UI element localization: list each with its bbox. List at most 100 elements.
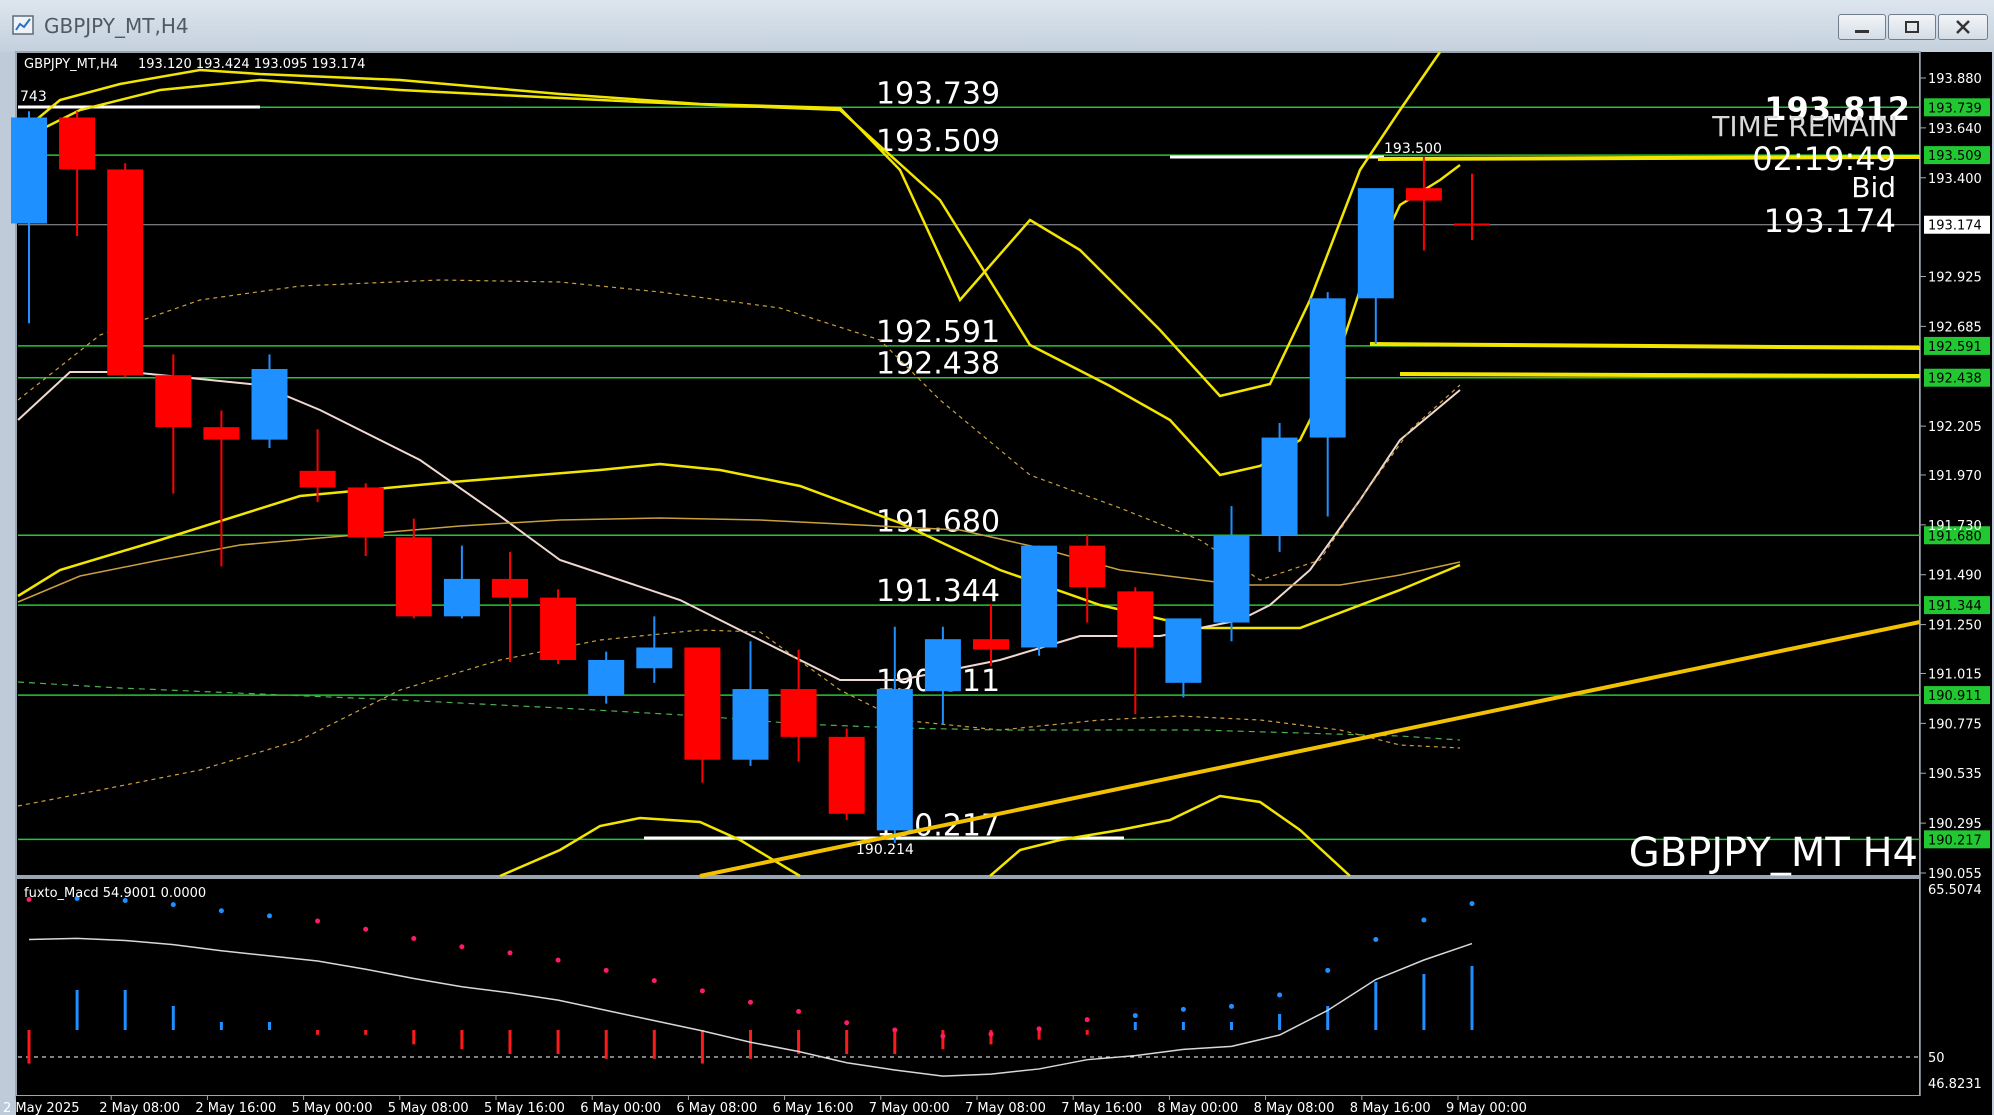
indicator-dot-21 xyxy=(1036,1026,1042,1032)
price-tick-6: 191.970 xyxy=(1928,469,1982,484)
indicator-tick-1: 50 xyxy=(1928,1051,1945,1066)
candle-body-1 xyxy=(59,117,96,170)
indicator-label: fuxto_Macd 54.9001 0.0000 xyxy=(24,886,206,901)
bid-label: Bid xyxy=(1851,171,1896,204)
candle-body-20 xyxy=(973,639,1009,650)
candle-body-4 xyxy=(203,427,240,440)
time-tick-0: 2 May 2025 xyxy=(3,1101,80,1115)
candle-body-6 xyxy=(299,470,336,488)
main-chart-panel[interactable] xyxy=(15,51,1921,877)
candle-body-23 xyxy=(1117,591,1154,648)
level-label-3: 192.438 xyxy=(876,347,1000,382)
time-tick-13: 8 May 08:00 xyxy=(1254,1101,1335,1115)
price-tick-4: 192.685 xyxy=(1928,320,1982,335)
indicator-dot-3 xyxy=(170,902,176,908)
candle-body-19 xyxy=(924,639,961,692)
candle-body-18 xyxy=(876,689,913,831)
time-tick-10: 7 May 08:00 xyxy=(965,1101,1046,1115)
high-marker-label: 193.500 xyxy=(1384,141,1442,157)
indicator-dot-25 xyxy=(1229,1003,1234,1009)
indicator-dot-6 xyxy=(315,918,321,924)
indicator-panel[interactable] xyxy=(15,877,1921,1097)
indicator-dot-7 xyxy=(363,926,369,932)
indicator-dot-12 xyxy=(603,967,609,973)
level-label-1: 193.509 xyxy=(876,124,1000,159)
candle-body-5 xyxy=(251,368,288,440)
indicator-tick-0: 65.5074 xyxy=(1928,883,1982,898)
candle-body-3 xyxy=(155,375,192,428)
candle-body-25 xyxy=(1213,535,1250,623)
candle-body-17 xyxy=(828,736,865,814)
price-tick-2: 193.400 xyxy=(1928,172,1982,187)
ohlc-header: 193.120 193.424 193.095 193.174 xyxy=(138,57,365,72)
indicator-dot-23 xyxy=(1132,1013,1138,1019)
time-tick-12: 8 May 00:00 xyxy=(1157,1101,1238,1115)
level-tag-3: 192.438 xyxy=(1928,372,1982,387)
chart-watermark: GBPJPY_MT H4 xyxy=(1629,830,1918,876)
indicator-tick-2: 46.8231 xyxy=(1928,1077,1982,1092)
chart-canvas[interactable]: 193.739 193.739 193.509 193.509 192.591 192.5… xyxy=(0,0,1994,1115)
level-tag-2: 192.591 xyxy=(1928,340,1982,355)
left-stub-label: 743 xyxy=(20,89,47,105)
candle-body-21 xyxy=(1021,545,1058,648)
time-tick-5: 5 May 16:00 xyxy=(484,1101,565,1115)
candle-body-29 xyxy=(1405,188,1442,201)
candle-body-14 xyxy=(684,647,721,760)
level-label-0: 193.739 xyxy=(876,76,1000,111)
time-tick-2: 2 May 16:00 xyxy=(195,1101,276,1115)
price-tick-11: 190.775 xyxy=(1928,717,1982,732)
candle-body-28 xyxy=(1357,188,1394,299)
price-tick-5: 192.205 xyxy=(1928,420,1982,435)
candle-body-15 xyxy=(732,689,769,760)
indicator-dot-5 xyxy=(267,913,272,919)
price-tick-14: 190.055 xyxy=(1928,867,1982,882)
level-tag-6: 190.911 xyxy=(1928,689,1982,704)
time-tick-1: 2 May 08:00 xyxy=(99,1101,180,1115)
indicator-dot-30 xyxy=(1469,901,1475,907)
indicator-dot-4 xyxy=(218,908,224,914)
candle-body-30 xyxy=(1454,223,1490,226)
level-label-5: 191.344 xyxy=(876,574,1000,609)
time-tick-14: 8 May 16:00 xyxy=(1350,1101,1431,1115)
level-tag-5: 191.344 xyxy=(1928,599,1982,614)
candle-body-8 xyxy=(395,537,432,617)
candle-body-10 xyxy=(492,578,528,598)
time-tick-11: 7 May 16:00 xyxy=(1061,1101,1142,1115)
level-tag-1: 193.509 xyxy=(1928,149,1982,164)
candle-body-0 xyxy=(11,117,47,224)
candle-body-11 xyxy=(540,597,577,660)
indicator-dot-20 xyxy=(988,1031,994,1037)
time-tick-8: 6 May 16:00 xyxy=(773,1101,854,1115)
candle-body-24 xyxy=(1165,618,1202,683)
indicator-dot-8 xyxy=(411,936,417,942)
indicator-dot-15 xyxy=(748,999,753,1005)
time-tick-7: 6 May 08:00 xyxy=(676,1101,757,1115)
price-tick-12: 190.535 xyxy=(1928,767,1982,782)
indicator-dot-10 xyxy=(507,950,513,956)
price-tick-13: 190.295 xyxy=(1928,817,1982,832)
indicator-dot-22 xyxy=(1084,1017,1090,1023)
price-tick-9: 191.250 xyxy=(1928,619,1982,634)
time-tick-15: 9 May 00:00 xyxy=(1446,1101,1527,1115)
level-tag-7: 190.217 xyxy=(1928,833,1982,848)
price-tick-10: 191.015 xyxy=(1928,667,1982,682)
price-tick-1: 193.640 xyxy=(1928,122,1982,137)
indicator-dot-9 xyxy=(459,944,465,950)
yellow-ray-3 xyxy=(1399,372,1921,378)
low-marker-label: 190.214 xyxy=(856,842,914,858)
time-tick-3: 5 May 00:00 xyxy=(292,1101,373,1115)
time-tick-9: 7 May 00:00 xyxy=(869,1101,950,1115)
indicator-dot-11 xyxy=(555,957,561,963)
price-tick-8: 191.490 xyxy=(1928,569,1982,584)
candle-body-26 xyxy=(1261,437,1298,536)
current-price-tag: 193.174 xyxy=(1928,219,1982,234)
indicator-dot-24 xyxy=(1180,1006,1186,1012)
candle-body-2 xyxy=(107,169,144,376)
chart-symbol-label: GBPJPY_MT,H4 xyxy=(24,57,118,72)
time-remain-label: TIME REMAIN xyxy=(1711,110,1898,143)
indicator-dot-13 xyxy=(651,978,657,984)
mt4-chart-window: GBPJPY_MT,H4 193.739 193.739 193.509 193.50… xyxy=(0,0,1994,1115)
indicator-dot-28 xyxy=(1373,937,1379,943)
bid-price: 193.174 xyxy=(1764,202,1896,240)
indicator-dot-19 xyxy=(940,1033,946,1039)
